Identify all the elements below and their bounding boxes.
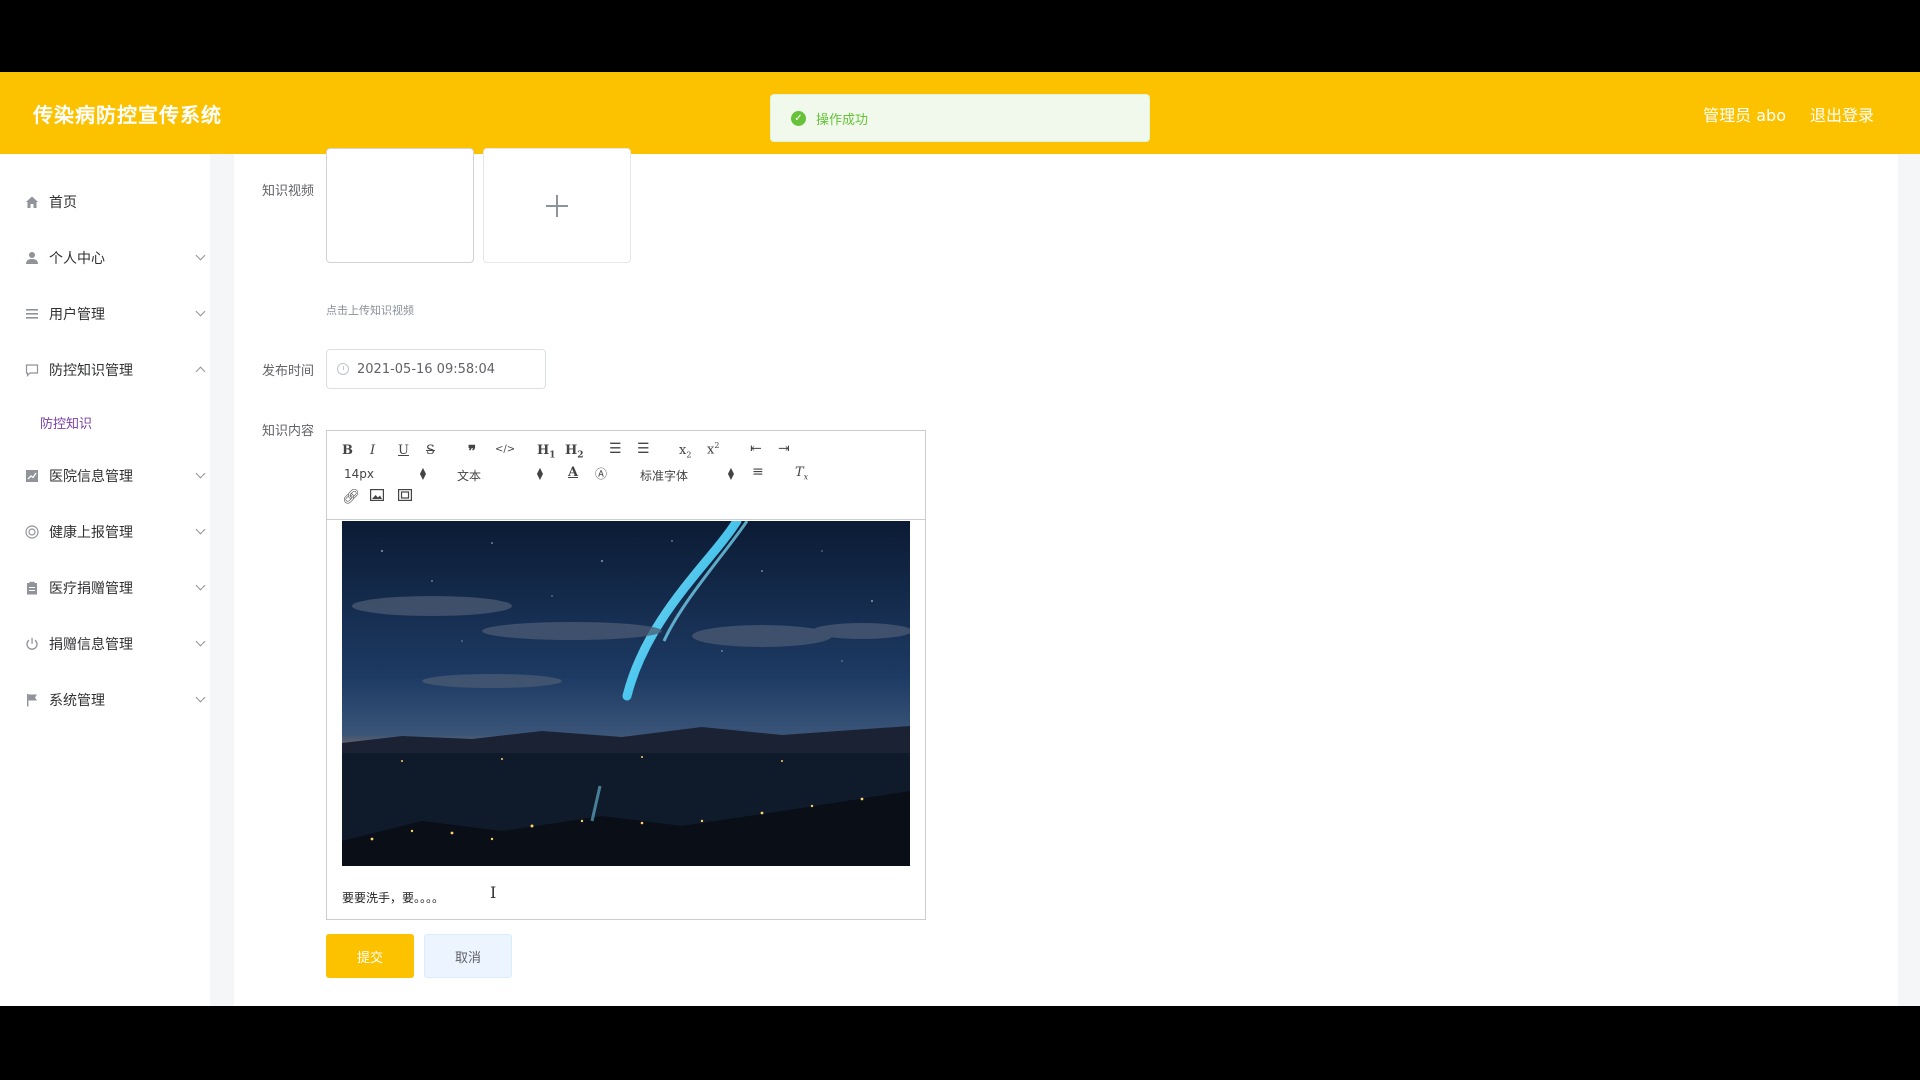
blockquote-button[interactable]: ❞ (468, 442, 476, 460)
app-window: 传染病防控宣传系统 管理员 abo 退出登录 ✓ 操作成功 首页 个人中心 用户… (0, 0, 1920, 1080)
h2-button[interactable]: H2 (565, 443, 584, 461)
image-icon[interactable] (370, 489, 385, 505)
editor-body-text[interactable]: 要要洗手，要。。。。 (342, 889, 444, 906)
sidebar-item-label: 个人中心 (49, 251, 105, 267)
app-title: 传染病防控宣传系统 (33, 103, 222, 127)
heading-value: 文本 (457, 469, 482, 483)
text-cursor-icon: I (490, 883, 497, 902)
flag-icon (24, 692, 40, 708)
underline-button[interactable]: U (398, 443, 409, 458)
content-area: 首页 个人中心 用户管理 防控知识管理 防控知识 医院信息管理 健康上报管理 医… (0, 148, 1920, 1006)
background-color-button[interactable]: Ⓐ (595, 465, 607, 482)
video-upload-button[interactable] (483, 148, 631, 263)
sidebar-item-system-management[interactable]: 系统管理 (0, 680, 210, 720)
publish-time-picker[interactable]: 2021-05-16 09:58:04 (326, 349, 546, 389)
plus-icon (546, 194, 568, 217)
link-icon[interactable]: 🔗︎ (342, 489, 360, 505)
sidebar-item-label: 防控知识管理 (49, 363, 133, 379)
content-label: 知识内容 (261, 424, 314, 439)
italic-button[interactable]: I (370, 443, 375, 458)
sidebar-item-label: 医疗捐赠管理 (49, 581, 133, 597)
chevron-down-icon (195, 692, 206, 703)
chevron-up-icon (195, 366, 206, 377)
chevron-down-icon (195, 636, 206, 647)
outdent-button[interactable]: ⇤ (750, 441, 762, 457)
font-color-button[interactable]: A (568, 465, 578, 480)
check-circle-icon: ✓ (791, 110, 806, 126)
sidebar: 首页 个人中心 用户管理 防控知识管理 防控知识 医院信息管理 健康上报管理 医… (0, 154, 210, 1006)
select-caret-icon: ▲ ▼ (419, 466, 426, 481)
bold-button[interactable]: B (342, 443, 353, 458)
sidebar-item-label: 健康上报管理 (49, 525, 133, 541)
logout-link[interactable]: 退出登录 (1810, 102, 1874, 126)
select-caret-icon: ▲ ▼ (536, 466, 543, 481)
submit-button[interactable]: 提交 (326, 934, 414, 978)
h1-button[interactable]: H1 (537, 443, 556, 461)
sidebar-subitem-label: 防控知识 (40, 416, 93, 432)
video-icon[interactable] (398, 489, 413, 505)
chevron-down-icon (195, 580, 206, 591)
sidebar-item-donation-info[interactable]: 捐赠信息管理 (0, 624, 210, 664)
strike-button[interactable]: S (426, 443, 435, 458)
clock-icon (337, 363, 349, 375)
sidebar-subitem-knowledge[interactable]: 防控知识 (0, 402, 210, 442)
subscript-button[interactable]: x2 (679, 443, 691, 460)
sidebar-item-hospital-management[interactable]: 医院信息管理 (0, 456, 210, 496)
align-button[interactable]: ≡ (752, 464, 764, 480)
font-size-select[interactable]: 14px ▲ ▼ (344, 466, 426, 482)
sidebar-item-label: 医院信息管理 (49, 469, 133, 485)
bullet-list-button[interactable]: ☰ (637, 441, 650, 457)
sidebar-item-user-management[interactable]: 用户管理 (0, 294, 210, 334)
list-icon (24, 306, 40, 322)
chat-icon (24, 362, 40, 378)
indent-button[interactable]: ⇥ (778, 441, 790, 457)
video-upload-hint: 点击上传知识视频 (326, 304, 414, 317)
embedded-night-sky-image (342, 521, 910, 866)
sidebar-item-label: 首页 (49, 195, 77, 211)
font-size-value: 14px (344, 467, 374, 481)
sidebar-item-health-report[interactable]: 健康上报管理 (0, 512, 210, 552)
sidebar-item-label: 系统管理 (49, 693, 105, 709)
header-user-area: 管理员 abo 退出登录 (1703, 102, 1874, 126)
cancel-button[interactable]: 取消 (424, 934, 512, 978)
chart-icon (24, 468, 40, 484)
publish-time-value: 2021-05-16 09:58:04 (357, 361, 496, 377)
chevron-down-icon (195, 306, 206, 317)
home-icon (24, 194, 40, 210)
sidebar-item-personal-center[interactable]: 个人中心 (0, 238, 210, 278)
sidebar-item-knowledge-management[interactable]: 防控知识管理 (0, 350, 210, 390)
main-form-panel: 知识视频 点击上传知识视频 发布时间 2021-05-16 09:58:04 知… (234, 148, 1898, 1006)
toast-message: 操作成功 (816, 112, 869, 128)
heading-select[interactable]: 文本 ▲ ▼ (457, 467, 543, 484)
chevron-down-icon (195, 250, 206, 261)
clipboard-icon (24, 580, 40, 596)
font-family-select[interactable]: 标准字体 ▲ ▼ (640, 467, 734, 484)
power-icon (24, 636, 40, 652)
success-toast: ✓ 操作成功 (770, 94, 1150, 142)
superscript-button[interactable]: x2 (707, 441, 719, 457)
publish-time-label: 发布时间 (261, 364, 314, 379)
editor-toolbar: B I U S ❞ </> H1 H2 ☰ ☰ x2 x2 ⇤ ⇥ 14px ▲… (327, 431, 925, 520)
chevron-down-icon (195, 524, 206, 535)
ordered-list-button[interactable]: ☰ (609, 441, 622, 457)
sidebar-item-label: 用户管理 (49, 307, 105, 323)
chevron-down-icon (195, 468, 206, 479)
user-icon (24, 250, 40, 266)
select-caret-icon: ▲ ▼ (727, 466, 734, 481)
sidebar-item-label: 捐赠信息管理 (49, 637, 133, 653)
sidebar-item-medical-donation[interactable]: 医疗捐赠管理 (0, 568, 210, 608)
video-preview-box (326, 148, 474, 263)
video-label: 知识视频 (261, 184, 314, 199)
clear-format-button[interactable]: Tx (795, 465, 808, 482)
code-button[interactable]: </> (495, 444, 515, 455)
rich-text-editor: B I U S ❞ </> H1 H2 ☰ ☰ x2 x2 ⇤ ⇥ 14px ▲… (326, 430, 926, 920)
target-icon (24, 524, 40, 540)
font-family-value: 标准字体 (640, 469, 689, 483)
user-name[interactable]: 管理员 abo (1703, 102, 1786, 126)
sidebar-item-home[interactable]: 首页 (0, 182, 210, 222)
